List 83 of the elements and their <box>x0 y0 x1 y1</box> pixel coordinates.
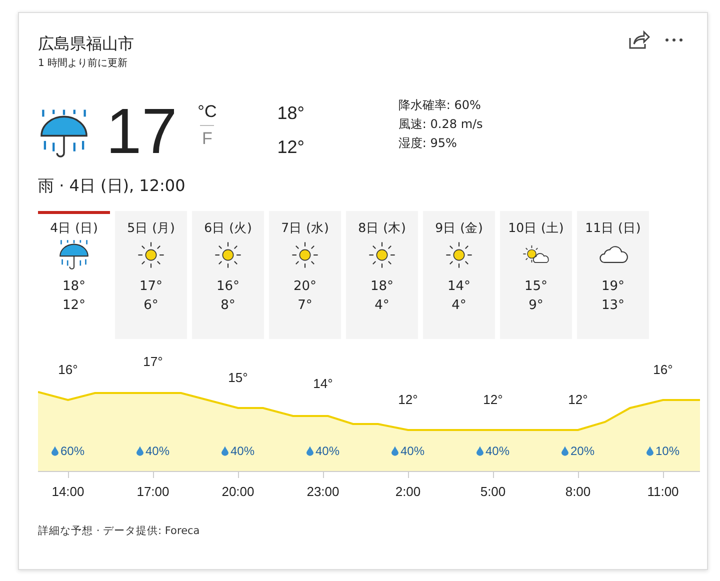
precip-chance: 10% <box>646 444 680 458</box>
day-label: 6日 (火) <box>204 220 252 237</box>
day-low: 4° <box>452 297 466 315</box>
drop-icon <box>51 446 58 456</box>
more-icon[interactable] <box>664 37 684 43</box>
sun-icon <box>366 239 398 271</box>
updated-text: 1 時間より前に更新 <box>38 56 129 70</box>
day-low: 8° <box>220 297 236 315</box>
sun-icon <box>289 239 321 271</box>
hour-time: 20:00 <box>222 484 254 499</box>
hour-temperature: 16° <box>58 362 78 377</box>
day-label: 7日 (水) <box>281 220 329 237</box>
precip-chance: 40% <box>136 444 170 458</box>
umbrella-rain-icon <box>58 239 90 271</box>
drop-icon <box>476 446 484 456</box>
precip-chance: 40% <box>221 444 255 458</box>
share-icon[interactable] <box>628 30 650 50</box>
precip-chance: 40% <box>306 444 340 458</box>
current-temperature: 17 <box>106 100 178 162</box>
day-tab[interactable]: 6日 (火) 16° 8° <box>192 211 264 339</box>
precip-chance: 40% <box>391 444 425 458</box>
day-low: 12° <box>62 297 86 315</box>
sun-icon <box>135 239 167 271</box>
hour-temperature: 12° <box>483 392 503 407</box>
unit-toggle[interactable]: F <box>202 129 212 149</box>
detail-text: 降水確率: 60% <box>398 97 482 114</box>
day-tab[interactable]: 10日 (土) 15° 9° <box>500 211 572 339</box>
detail-text: 湿度: 95% <box>398 135 458 152</box>
day-low: 6° <box>144 297 158 315</box>
day-tab[interactable]: 9日 (金) 14° 4° <box>423 211 495 339</box>
day-low: 7° <box>298 297 312 315</box>
detail-text: 風速: 0.28 m/s <box>398 116 483 133</box>
hour-temperature: 12° <box>568 392 588 407</box>
hour-time: 2:00 <box>395 484 421 499</box>
day-high: 18° <box>370 278 394 296</box>
sun-icon <box>212 239 244 271</box>
precip-chance: 40% <box>476 444 510 458</box>
drop-icon <box>646 446 654 456</box>
day-tab[interactable]: 11日 (日) 19° 13° <box>577 211 649 339</box>
day-label: 11日 (日) <box>585 220 641 237</box>
day-label: 8日 (木) <box>358 220 406 237</box>
drop-icon <box>221 446 228 456</box>
day-low: 9° <box>528 297 544 315</box>
day-high: 19° <box>601 278 625 296</box>
hour-temperature: 12° <box>398 392 418 407</box>
hour-time: 17:00 <box>136 484 170 499</box>
location-title: 広島県福山市 <box>38 33 134 55</box>
unit-toggle[interactable]: °C <box>198 102 217 122</box>
day-high: 16° <box>216 278 240 296</box>
hour-time: 11:00 <box>647 484 679 499</box>
sun-icon <box>443 239 475 271</box>
day-tab[interactable]: 8日 (木) 18° 4° <box>346 211 418 339</box>
day-high: 18° <box>62 278 86 296</box>
precip-chance: 60% <box>51 444 85 458</box>
hour-temperature: 15° <box>228 370 248 385</box>
day-label: 9日 (金) <box>435 220 483 237</box>
drop-icon <box>561 446 568 456</box>
day-high: 15° <box>524 278 548 296</box>
day-label: 5日 (月) <box>127 220 175 237</box>
hour-temperature: 17° <box>143 354 163 369</box>
day-high: 17° <box>139 278 163 296</box>
day-low: 13° <box>601 297 625 315</box>
hour-time: 8:00 <box>565 484 591 499</box>
high-temperature: 18° <box>277 102 304 125</box>
day-tab[interactable]: 5日 (月) 17° 6° <box>115 211 187 339</box>
day-label: 4日 (日) <box>50 220 98 237</box>
hour-temperature: 16° <box>653 362 673 377</box>
attribution-text: 詳細な予想 · データ提供: Foreca <box>38 524 201 538</box>
precip-chance: 20% <box>561 444 595 458</box>
hour-time: 14:00 <box>52 484 84 499</box>
low-temperature: 12° <box>277 136 304 159</box>
hour-time: 5:00 <box>480 484 506 499</box>
day-low: 4° <box>374 297 390 315</box>
hour-time: 23:00 <box>306 484 340 499</box>
day-label: 10日 (土) <box>508 220 564 237</box>
day-tab[interactable]: 7日 (水) 20° 7° <box>269 211 341 339</box>
drop-icon <box>306 446 314 456</box>
day-high: 20° <box>293 278 317 296</box>
condition-summary: 雨 · 4日 (日), 12:00 <box>38 176 186 197</box>
drop-icon <box>391 446 398 456</box>
day-high: 14° <box>447 278 471 296</box>
hour-temperature: 14° <box>313 376 333 391</box>
drop-icon <box>136 446 144 456</box>
